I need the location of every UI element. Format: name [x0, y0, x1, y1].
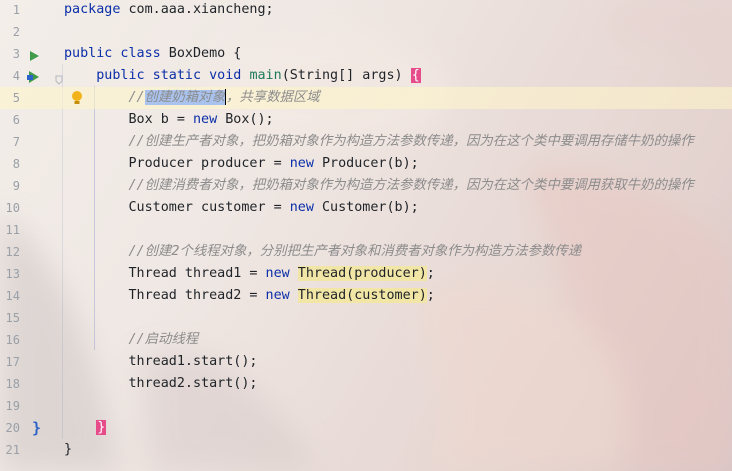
- code-text[interactable]: Thread thread2 = new Thread(customer);: [64, 285, 435, 307]
- line-number: 9: [12, 179, 20, 193]
- code-comment[interactable]: //创建消费者对象，把奶箱对象作为构造方法参数传递，因为在这个类中要调用获取牛奶…: [64, 175, 693, 197]
- fold-icon[interactable]: [55, 70, 63, 85]
- code-line[interactable]: 18 thread2.start();: [0, 373, 732, 395]
- line-number: 20: [5, 421, 20, 435]
- line-number: 1: [12, 3, 20, 17]
- code-text[interactable]: thread1.start();: [64, 351, 257, 373]
- line-number: 7: [12, 135, 20, 149]
- code-text[interactable]: public static void main(String[] args) {: [64, 65, 421, 87]
- code-line[interactable]: 3 public class BoxDemo {: [0, 43, 732, 65]
- code-line[interactable]: 11: [0, 219, 732, 241]
- code-text[interactable]: Producer producer = new Producer(b);: [64, 153, 418, 175]
- code-line[interactable]: 14 Thread thread2 = new Thread(customer)…: [0, 285, 732, 307]
- line-number: 6: [12, 113, 20, 127]
- line-number: 5: [12, 91, 20, 105]
- code-line[interactable]: 20 } }: [0, 417, 732, 439]
- code-line[interactable]: 9 //创建消费者对象，把奶箱对象作为构造方法参数传递，因为在这个类中要调用获取…: [0, 175, 732, 197]
- line-number: 8: [12, 157, 20, 171]
- line-number: 10: [5, 201, 20, 215]
- code-text[interactable]: Thread thread1 = new Thread(producer);: [64, 263, 435, 285]
- code-line[interactable]: 15: [0, 307, 732, 329]
- line-number: 18: [5, 377, 20, 391]
- code-text[interactable]: public class BoxDemo {: [64, 43, 241, 65]
- line-number: 14: [5, 289, 20, 303]
- code-text[interactable]: package com.aaa.xiancheng;: [64, 0, 274, 21]
- run-triangle-icon[interactable]: [26, 69, 40, 83]
- code-line[interactable]: 2: [0, 21, 732, 43]
- code-text[interactable]: Box b = new Box();: [64, 109, 273, 131]
- code-line[interactable]: 21 }: [0, 439, 732, 461]
- code-line[interactable]: 1 package com.aaa.xiancheng;: [0, 0, 732, 21]
- line-number: 19: [5, 399, 20, 413]
- code-line[interactable]: 17 thread1.start();: [0, 351, 732, 373]
- line-number: 3: [12, 47, 20, 61]
- code-line[interactable]: 19: [0, 395, 732, 417]
- code-line[interactable]: 13 Thread thread1 = new Thread(producer)…: [0, 263, 732, 285]
- code-line[interactable]: 4 public static void main(String[] args)…: [0, 65, 732, 87]
- code-line[interactable]: 12 //创建2个线程对象，分别把生产者对象和消费者对象作为构造方法参数传递: [0, 241, 732, 263]
- current-code-line[interactable]: 5 //创建奶箱对象，共享数据区域: [0, 87, 732, 109]
- code-line[interactable]: 10 Customer customer = new Customer(b);: [0, 197, 732, 219]
- code-line[interactable]: 8 Producer producer = new Producer(b);: [0, 153, 732, 175]
- line-number: 21: [5, 443, 20, 457]
- line-number: 4: [12, 69, 20, 83]
- line-number: 11: [5, 223, 20, 237]
- code-text[interactable]: }: [64, 417, 107, 439]
- code-comment[interactable]: //创建2个线程对象，分别把生产者对象和消费者对象作为构造方法参数传递: [64, 241, 581, 263]
- code-line[interactable]: 16 //启动线程: [0, 329, 732, 351]
- code-comment[interactable]: //创建生产者对象，把奶箱对象作为构造方法参数传递，因为在这个类中要调用存储牛奶…: [64, 131, 693, 153]
- line-number: 16: [5, 333, 20, 347]
- line-number: 2: [12, 25, 20, 39]
- text-caret: [224, 89, 226, 105]
- code-text[interactable]: Customer customer = new Customer(b);: [64, 197, 418, 219]
- code-text[interactable]: thread2.start();: [64, 373, 257, 395]
- run-triangle-icon[interactable]: [28, 47, 42, 61]
- code-text[interactable]: }: [64, 439, 72, 461]
- line-number: 15: [5, 311, 20, 325]
- code-text[interactable]: //创建奶箱对象，共享数据区域: [64, 87, 320, 109]
- line-number: 12: [5, 245, 20, 259]
- code-editor[interactable]: 1 package com.aaa.xiancheng; 2 3 public …: [0, 0, 732, 471]
- code-line[interactable]: 7 //创建生产者对象，把奶箱对象作为构造方法参数传递，因为在这个类中要调用存储…: [0, 131, 732, 153]
- line-number: 13: [5, 267, 20, 281]
- line-number: 17: [5, 355, 20, 369]
- code-line[interactable]: 6 Box b = new Box();: [0, 109, 732, 131]
- code-comment[interactable]: //启动线程: [64, 329, 198, 351]
- breakpoint-marker-icon[interactable]: }: [32, 418, 41, 438]
